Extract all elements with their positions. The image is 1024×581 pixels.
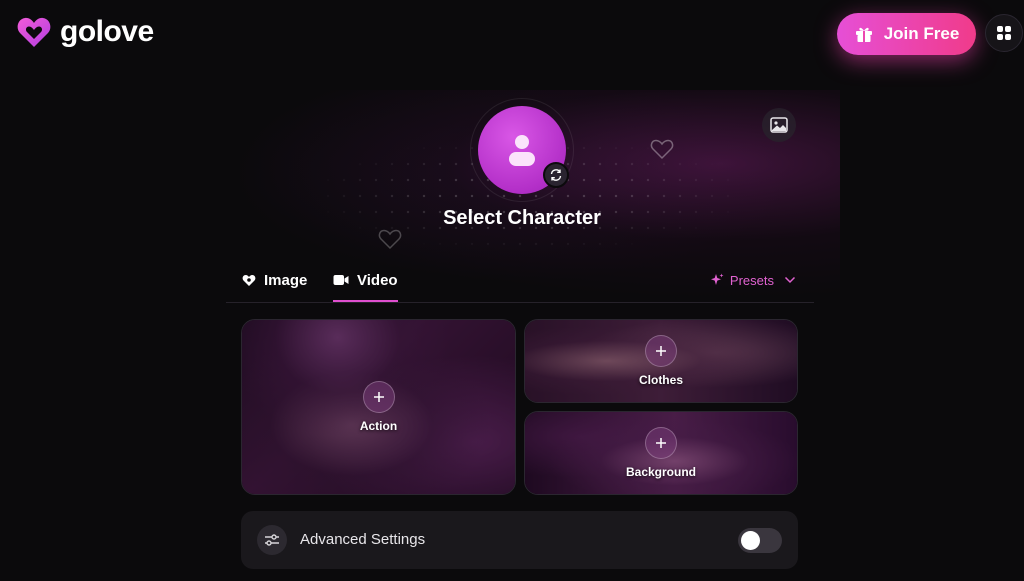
top-bar: golove Join Free bbox=[0, 0, 1024, 70]
presets-label: Presets bbox=[729, 272, 774, 288]
advanced-settings-label: Advanced Settings bbox=[300, 531, 426, 548]
clothes-label: Clothes bbox=[638, 373, 683, 387]
refresh-character-button[interactable] bbox=[543, 162, 569, 188]
chevron-down-icon bbox=[784, 276, 796, 284]
background-card[interactable]: Background bbox=[524, 411, 798, 495]
gift-icon bbox=[855, 27, 872, 42]
action-label: Action bbox=[359, 419, 398, 433]
refresh-icon bbox=[550, 169, 562, 181]
heart-decoration-icon bbox=[650, 139, 674, 160]
gallery-button[interactable] bbox=[762, 108, 796, 142]
plus-icon bbox=[656, 346, 666, 356]
plus-icon bbox=[656, 438, 666, 448]
image-icon bbox=[770, 117, 788, 133]
add-action-button[interactable] bbox=[362, 381, 395, 413]
brand-name: golove bbox=[60, 15, 154, 48]
action-card[interactable]: Action bbox=[241, 319, 516, 495]
heart-tag-icon bbox=[242, 274, 256, 286]
tab-image-label: Image bbox=[264, 271, 308, 289]
grid-icon bbox=[997, 26, 1011, 40]
add-background-button[interactable] bbox=[645, 427, 677, 459]
toggle-knob bbox=[741, 531, 760, 550]
join-free-label: Join Free bbox=[883, 24, 960, 43]
apps-menu-button[interactable] bbox=[985, 14, 1023, 52]
heart-decoration-icon bbox=[378, 229, 402, 250]
user-icon bbox=[509, 135, 535, 166]
brand-logo[interactable]: golove bbox=[16, 14, 154, 50]
add-clothes-button[interactable] bbox=[645, 335, 677, 367]
tab-video-label: Video bbox=[357, 271, 398, 289]
presets-dropdown[interactable]: Presets bbox=[710, 258, 796, 302]
golove-heart-logo-icon bbox=[17, 17, 51, 47]
advanced-settings-panel[interactable]: Advanced Settings bbox=[241, 511, 798, 569]
sliders-icon bbox=[257, 525, 287, 555]
background-label: Background bbox=[625, 465, 696, 479]
plus-icon bbox=[373, 392, 384, 402]
mode-tabs: Image Video Presets bbox=[226, 258, 814, 303]
video-camera-icon bbox=[333, 275, 349, 285]
sparkle-icon bbox=[710, 273, 724, 285]
tab-video[interactable]: Video bbox=[333, 258, 398, 302]
tab-image[interactable]: Image bbox=[242, 258, 307, 302]
join-free-button[interactable]: Join Free bbox=[837, 13, 976, 55]
advanced-settings-toggle[interactable] bbox=[738, 528, 782, 553]
clothes-card[interactable]: Clothes bbox=[524, 319, 798, 403]
select-character-title: Select Character bbox=[443, 207, 601, 229]
